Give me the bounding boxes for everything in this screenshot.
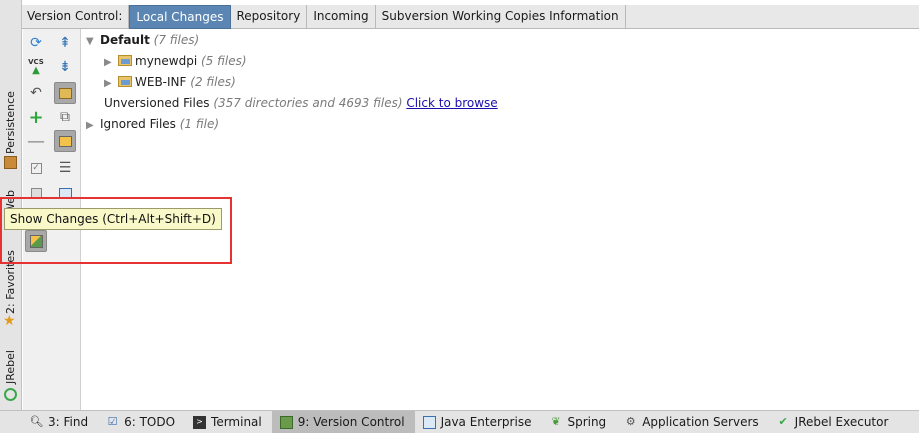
checklist-icon: ☰ [58,160,72,176]
show-changes-button[interactable] [25,230,47,252]
tab-repository[interactable]: Repository [231,5,308,29]
tab-subversion-working-copies[interactable]: Subversion Working Copies Information [376,5,626,29]
version-control-icon [279,415,293,429]
collapse-all-icon: ⇟ [59,59,71,75]
show-changes-icon [29,234,43,248]
collapsed-arrow-icon: ▶ [86,120,94,131]
move-icon [30,187,42,199]
checkbox-icon: ✓ [30,162,42,174]
minus-icon: — [27,130,45,152]
rollback-button[interactable]: ↶ [25,82,47,104]
expand-all-icon: ⇞ [59,35,71,51]
tool-window-bar: 🔍︎ 3: Find ☑ 6: TODO > Terminal 9: Versi… [0,410,919,433]
show-changes-tooltip: Show Changes (Ctrl+Alt+Shift+D) [4,208,222,230]
jrebel-icon [4,388,17,401]
show-list-button[interactable]: ☰ [54,157,76,179]
changelist-count: (7 files) [153,33,200,47]
jrebel-executor-tool-button[interactable]: ✔ JRebel Executor [769,411,899,433]
changelist-default[interactable]: ▼ Default (7 files) [86,30,199,50]
spring-icon: ❦ [551,415,561,428]
unversioned-label: Unversioned Files [104,96,210,110]
persistence-tool-tab[interactable]: Persistence [0,91,22,174]
jrebel-tab-label: JRebel [4,350,17,384]
tab-incoming[interactable]: Incoming [307,5,376,29]
todo-label: 6: TODO [124,415,176,429]
set-active-changelist-button[interactable]: ✓ [25,157,47,179]
todo-tool-button[interactable]: ☑ 6: TODO [98,411,185,433]
version-control-tool-button[interactable]: 9: Version Control [271,410,415,433]
application-servers-label: Application Servers [642,415,759,429]
tree-node-web-inf[interactable]: ▶ WEB-INF (2 files) [104,72,236,92]
undo-icon: ↶ [30,85,42,101]
node-count: (5 files) [201,54,247,68]
spring-label: Spring [567,415,607,429]
unversioned-count: (357 directories and 4693 files) [213,96,403,110]
jrebel-executor-icon: ✔ [778,415,788,428]
version-control-tabbar: Version Control: Local Changes Repositor… [22,5,919,29]
todo-icon: ☑ [107,415,118,428]
folder-icon [118,76,132,87]
new-changelist-button[interactable]: + [25,106,47,128]
version-control-label: 9: Version Control [297,415,405,429]
find-label: 3: Find [48,415,89,429]
tab-local-changes[interactable]: Local Changes [129,5,231,29]
refresh-button[interactable]: ⟳ [25,32,47,54]
collapse-all-button[interactable]: ⇟ [54,56,76,78]
left-tool-strip: Persistence Web 2: Favorites ★ JRebel [0,0,22,410]
remove-changelist-button[interactable]: — [25,130,47,152]
folder-icon [58,87,72,99]
preview-icon [58,135,72,147]
collapsed-arrow-icon: ▶ [104,78,112,89]
application-servers-icon: ⚙ [625,415,636,428]
group-by-directory-button[interactable] [54,82,76,104]
tree-node-mynewdpi[interactable]: ▶ mynewdpi (5 files) [104,51,247,71]
node-label: WEB-INF [135,75,187,89]
copy-button[interactable]: ⧉ [54,106,76,128]
java-enterprise-tool-button[interactable]: Java Enterprise [415,411,542,433]
changelist-name: Default [100,33,150,47]
node-count: (2 files) [190,75,236,89]
show-details-button[interactable] [54,182,76,204]
find-tool-button[interactable]: 🔍︎ 3: Find [0,411,98,433]
search-icon: 🔍︎ [29,415,44,428]
ignored-count: (1 file) [179,117,220,131]
refresh-icon: ⟳ [30,35,42,51]
details-icon [58,187,72,199]
spring-tool-button[interactable]: ❦ Spring [541,411,616,433]
terminal-tool-button[interactable]: > Terminal [185,411,272,433]
ignored-label: Ignored Files [100,117,176,131]
terminal-icon: > [193,415,207,429]
version-control-label: Version Control: [22,5,130,29]
up-arrow-icon: ▲ [32,65,40,76]
module-folder-icon [118,55,132,66]
jrebel-executor-label: JRebel Executor [794,415,889,429]
expanded-arrow-icon: ▼ [86,36,94,47]
node-label: mynewdpi [135,54,198,68]
persistence-tab-label: Persistence [4,91,17,154]
ignored-files-node[interactable]: ▶ Ignored Files (1 file) [86,114,219,134]
copy-icon: ⧉ [60,109,70,125]
application-servers-tool-button[interactable]: ⚙ Application Servers [616,411,768,433]
jrebel-tool-tab[interactable]: JRebel [0,348,22,404]
star-icon: ★ [3,313,16,329]
move-to-changelist-button[interactable] [25,182,47,204]
terminal-label: Terminal [211,415,262,429]
unversioned-files-node[interactable]: Unversioned Files (357 directories and 4… [104,93,498,113]
java-enterprise-label: Java Enterprise [440,415,532,429]
java-enterprise-icon [422,415,436,429]
favorites-tab-label: 2: Favorites [4,250,17,314]
preview-diff-button[interactable] [54,130,76,152]
collapsed-arrow-icon: ▶ [104,57,112,68]
expand-all-button[interactable]: ⇞ [54,32,76,54]
commit-button[interactable]: VCS ▲ [25,56,47,78]
persistence-icon [4,156,17,169]
plus-icon: + [28,106,44,128]
favorites-tool-tab[interactable]: 2: Favorites ★ [0,250,22,334]
click-to-browse-link[interactable]: Click to browse [406,96,497,110]
